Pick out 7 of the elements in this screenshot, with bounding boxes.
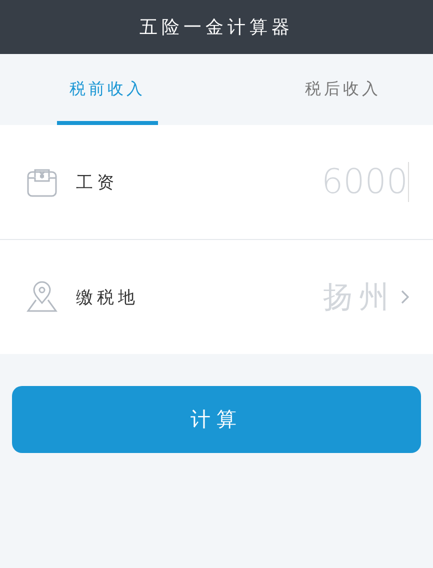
tab[interactable]: 税后收入 [253, 54, 433, 125]
calculate-button[interactable]: 计算 [12, 386, 421, 453]
field-label: 缴税地 [76, 286, 139, 308]
field-label: 工资 [76, 172, 118, 194]
location-pin-icon [26, 281, 58, 313]
app-title: 五险一金计算器 [140, 16, 294, 39]
chevron-right-icon [401, 290, 409, 304]
